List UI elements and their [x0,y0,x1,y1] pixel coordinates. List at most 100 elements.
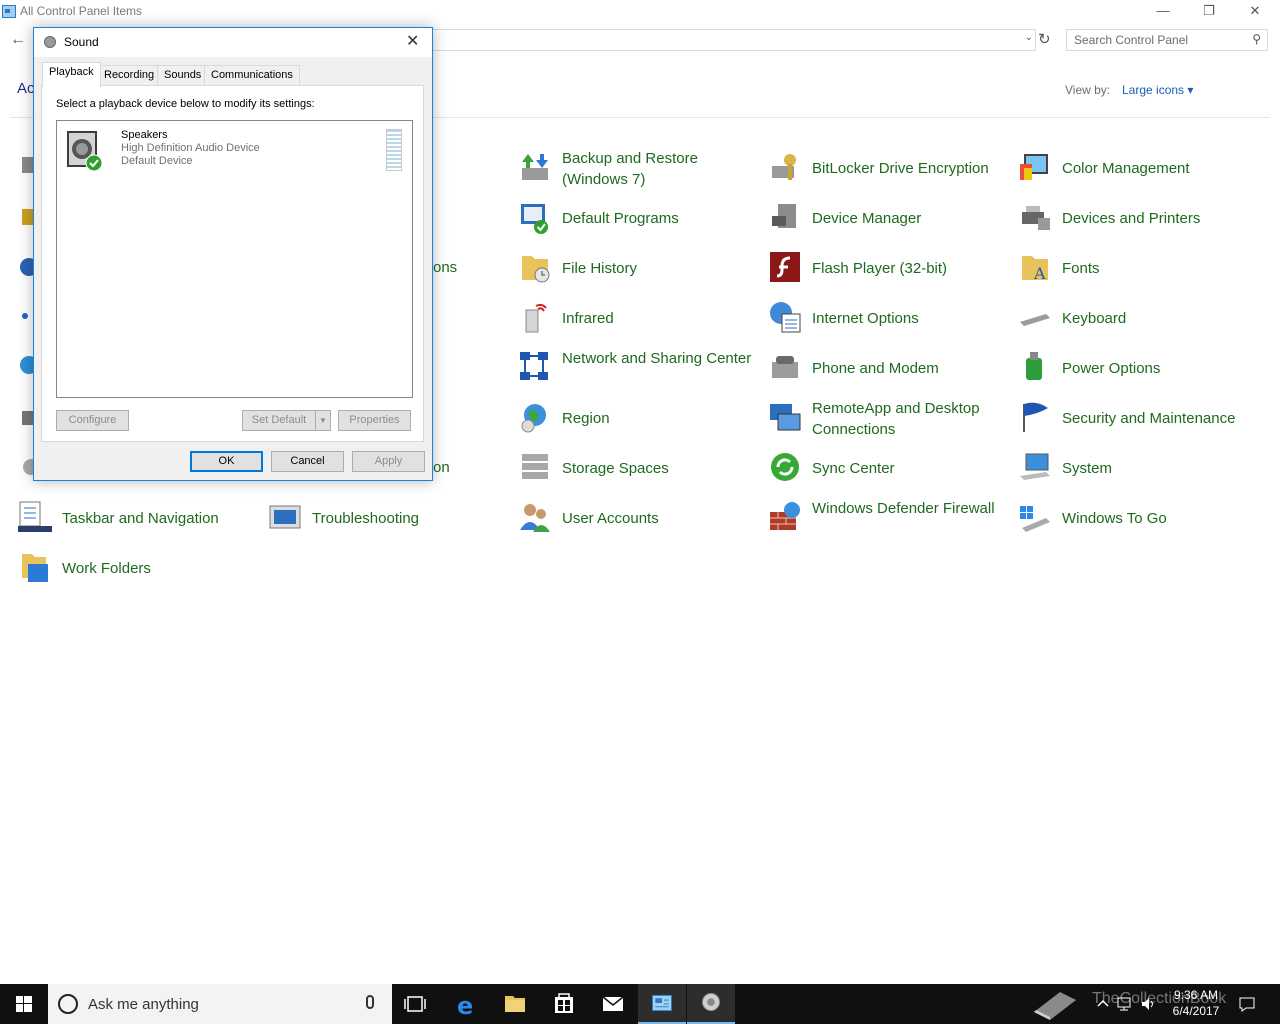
cp-item-label: Backup and Restore (Windows 7) [562,150,698,188]
taskbar-icon [18,501,52,532]
search-icon[interactable]: ⚲ [1252,32,1261,46]
cp-item-label: BitLocker Drive Encryption [812,160,989,177]
store-icon[interactable] [540,984,588,1024]
cp-item-devices-printers[interactable]: Devices and Printers [1018,198,1258,242]
cp-item-color-management[interactable]: Color Management [1018,148,1258,192]
action-center-icon[interactable] [1238,996,1256,1012]
clock-time: 9:36 AM [1173,988,1219,1002]
windows-start-icon[interactable] [0,984,48,1024]
power-icon [1026,352,1042,380]
cp-item-firewall[interactable]: Windows Defender Firewall [768,498,1008,542]
cp-item-phone-modem[interactable]: Phone and Modem [768,348,1008,392]
cp-item-backup[interactable]: Backup and Restore (Windows 7) [518,148,758,192]
cp-item-label: Device Manager [812,210,922,227]
tab-playback[interactable]: Playback [42,62,101,87]
partial-label[interactable]: on [433,459,450,476]
cp-item-label: Storage Spaces [562,460,669,477]
tab-panel: Select a playback device below to modify… [41,85,424,442]
list-item[interactable]: Speakers High Definition Audio Device De… [63,127,403,177]
clock-date: 6/4/2017 [1172,1004,1220,1018]
chevron-down-icon[interactable]: ⌄ [1025,32,1033,43]
cp-item-flash-player[interactable]: Flash Player (32-bit) [768,248,1008,292]
cp-item-file-history[interactable]: File History [518,248,758,292]
system-clock[interactable]: 9:36 AM 6/4/2017 [1166,987,1226,1019]
cp-item-default-programs[interactable]: Default Programs [518,198,758,242]
view-by-dropdown[interactable]: Large icons [1122,83,1193,97]
dialog-title-bar: Sound ✕ [34,28,432,57]
close-button[interactable]: ✕ [1232,0,1278,24]
minimize-button[interactable]: — [1140,0,1186,24]
cp-item-work-folders[interactable]: Work Folders [18,548,258,592]
tab-recording[interactable]: Recording [97,65,162,86]
firewall-icon [770,502,800,530]
cp-item-taskbar-navigation[interactable]: Taskbar and Navigation [18,498,258,542]
set-default-dropdown-arrow[interactable]: ▼ [315,410,331,431]
cp-item-label: RemoteApp and Desktop Connections [812,400,980,438]
edge-browser-icon[interactable]: e [442,984,490,1024]
cortana-search-box[interactable]: Ask me anything [48,984,392,1024]
tab-communications[interactable]: Communications [204,65,300,86]
properties-button[interactable]: Properties [338,410,411,431]
partial-label[interactable]: ons [433,259,457,276]
cp-item-user-accounts[interactable]: User Accounts [518,498,758,542]
cp-item-security-maintenance[interactable]: Security and Maintenance [1018,398,1258,442]
cp-item-network[interactable]: Network and Sharing Center [518,348,758,392]
file-explorer-icon[interactable] [491,984,539,1024]
view-by-label: View by: [1065,83,1111,97]
configure-button[interactable]: Configure [56,410,129,431]
cp-item-bitlocker[interactable]: BitLocker Drive Encryption [768,148,1008,192]
back-arrow-icon[interactable]: ← [10,31,26,49]
mail-icon[interactable] [589,984,637,1024]
cp-item-region[interactable]: Region [518,398,758,442]
search-placeholder: Search Control Panel [1074,33,1189,47]
device-status: Default Device [121,155,193,167]
task-view-icon[interactable] [392,984,440,1024]
control-panel-taskbar-icon[interactable] [638,984,686,1024]
device-manager-icon [772,204,796,228]
search-input[interactable]: Search Control Panel ⚲ [1066,29,1268,51]
cancel-button[interactable]: Cancel [271,451,344,472]
book-logo-icon [1034,992,1076,1020]
cp-item-label: Security and Maintenance [1062,410,1236,427]
ok-button[interactable]: OK [190,451,263,472]
cp-item-system[interactable]: System [1018,448,1258,492]
chevron-up-icon[interactable] [1096,996,1110,1012]
refresh-icon[interactable]: ↻ [1038,30,1051,48]
instruction-text: Select a playback device below to modify… [56,98,315,110]
cortana-placeholder: Ask me anything [88,996,199,1013]
cp-item-storage-spaces[interactable]: Storage Spaces [518,448,758,492]
device-list[interactable]: Speakers High Definition Audio Device De… [56,120,413,398]
cp-item-remoteapp[interactable]: RemoteApp and Desktop Connections [768,398,1008,442]
cp-item-device-manager[interactable]: Device Manager [768,198,1008,242]
device-description: High Definition Audio Device [121,142,260,154]
internet-options-icon [770,302,801,333]
users-icon [520,504,550,532]
cp-item-power-options[interactable]: Power Options [1018,348,1258,392]
cp-item-internet-options[interactable]: Internet Options [768,298,1008,342]
volume-tray-icon[interactable] [1140,996,1158,1012]
network-tray-icon[interactable] [1116,996,1134,1012]
cp-item-infrared[interactable]: Infrared [518,298,758,342]
cp-item-keyboard[interactable]: Keyboard [1018,298,1258,342]
default-programs-icon [521,204,548,234]
cp-item-label: Fonts [1062,260,1100,277]
cp-item-windows-to-go[interactable]: Windows To Go [1018,498,1258,542]
close-icon[interactable]: ✕ [406,31,419,51]
sound-taskbar-icon[interactable] [687,984,735,1024]
cp-item-label: Infrared [562,310,614,327]
cp-item-label: Color Management [1062,160,1190,177]
set-default-button[interactable]: Set Default [242,410,316,431]
cp-item-label: Flash Player (32-bit) [812,260,948,277]
cp-item-label: Phone and Modem [812,360,939,377]
microphone-icon[interactable] [366,995,374,1009]
cp-item-label: Region [562,410,610,427]
restore-button[interactable]: ❐ [1186,0,1232,24]
color-management-icon [1020,154,1048,180]
cp-item-sync-center[interactable]: Sync Center [768,448,1008,492]
tab-sounds[interactable]: Sounds [157,65,209,86]
cp-item-troubleshooting[interactable]: Troubleshooting [268,498,508,542]
cp-item-label: Default Programs [562,210,679,227]
apply-button[interactable]: Apply [352,451,425,472]
window-title: All Control Panel Items [20,4,143,18]
cp-item-fonts[interactable]: A Fonts [1018,248,1258,292]
